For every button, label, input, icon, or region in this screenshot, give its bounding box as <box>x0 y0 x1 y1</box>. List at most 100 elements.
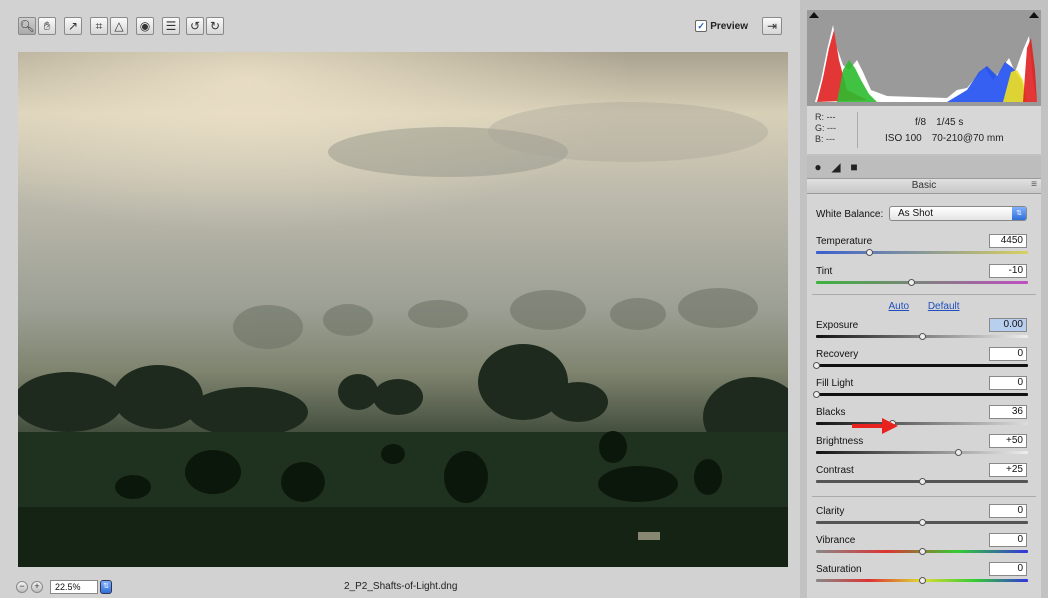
statusbar: − + 22.5% ⇅ 2_P2_Shafts-of-Light.dng <box>14 579 790 595</box>
rotate-left-button[interactable]: ↺ <box>186 17 204 35</box>
contrast-label: Contrast <box>816 465 854 476</box>
recovery-slider-thumb[interactable] <box>813 362 820 369</box>
auto-default-links: Auto Default <box>807 301 1041 312</box>
fill-light-slider-track[interactable] <box>813 391 1028 398</box>
temperature-slider-thumb[interactable] <box>866 249 873 256</box>
r-value: R: --- <box>815 112 836 122</box>
magnifier-icon: 🔍︎ <box>19 19 35 33</box>
temperature-slider-track[interactable] <box>816 249 1028 256</box>
preview-toggle[interactable]: ✓ Preview <box>695 20 748 32</box>
camera-icon: ■ <box>850 160 858 174</box>
brightness-label: Brightness <box>816 436 864 447</box>
vibrance-slider-thumb[interactable] <box>919 548 926 555</box>
saturation-label: Saturation <box>816 564 862 575</box>
blacks-value-field[interactable]: 36 <box>989 405 1027 419</box>
panel-tabs: ● ◢ ■ <box>807 156 1041 178</box>
blacks-label: Blacks <box>816 407 846 418</box>
zoom-level-field[interactable]: 22.5% <box>50 580 98 594</box>
white-balance-select[interactable]: As Shot ⇅ <box>889 206 1027 221</box>
rgb-readout: R: --- G: --- B: --- <box>815 112 836 145</box>
crop-tool-button[interactable]: ⌗ <box>90 17 108 35</box>
tab-basic[interactable]: ● <box>811 160 825 174</box>
recovery-value-field[interactable]: 0 <box>989 347 1027 361</box>
highlight-clipping-indicator[interactable] <box>1029 12 1039 18</box>
recovery-slider-track[interactable] <box>813 362 1028 369</box>
brightness-slider-track[interactable] <box>816 449 1028 456</box>
rotate-right-button[interactable]: ↻ <box>206 17 224 35</box>
exif-info: f/8 1/45 s ISO 100 70-210@70 mm <box>885 115 1004 147</box>
hand-tool-button[interactable]: ✋︎ <box>38 17 56 35</box>
fullscreen-button[interactable]: ⇥ <box>762 17 782 35</box>
preferences-button[interactable]: ☰ <box>162 17 180 35</box>
exposure-slider-thumb[interactable] <box>919 333 926 340</box>
landscape-photo <box>18 52 788 567</box>
panel-header: Basic ≡ <box>807 178 1041 194</box>
tint-value-field[interactable]: -10 <box>989 264 1027 278</box>
fill-light-slider-thumb[interactable] <box>813 391 820 398</box>
preview-label: Preview <box>710 20 748 32</box>
shadow-clipping-indicator[interactable] <box>809 12 819 18</box>
saturation-slider-track[interactable] <box>816 577 1028 584</box>
image-preview[interactable] <box>18 52 788 567</box>
exposure-slider-track[interactable] <box>816 333 1028 340</box>
vibrance-label: Vibrance <box>816 535 856 546</box>
panel-menu-icon[interactable]: ≡ <box>1031 179 1037 190</box>
white-balance-tool-button[interactable]: ↗ <box>64 17 82 35</box>
g-value: G: --- <box>815 123 836 133</box>
list-icon: ☰ <box>165 19 177 33</box>
aperture: f/8 <box>915 117 927 128</box>
contrast-slider-track[interactable] <box>816 478 1028 485</box>
auto-link[interactable]: Auto <box>888 301 909 312</box>
hand-icon: ✋︎ <box>43 19 51 33</box>
toolbar: 🔍︎ ✋︎ ↗ ⌗ △ ◉ ☰ ↺ ↻ ✓ Preview ⇥ <box>14 14 790 40</box>
iso: ISO 100 <box>885 133 922 144</box>
histogram-graph <box>815 25 1037 102</box>
blacks-slider-track[interactable] <box>816 420 1028 427</box>
exposure-value-field[interactable]: 0.00 <box>989 318 1027 332</box>
minus-icon: − <box>19 581 25 591</box>
contrast-slider-thumb[interactable] <box>919 478 926 485</box>
white-balance-label: White Balance: <box>816 209 884 220</box>
filename-label: 2_P2_Shafts-of-Light.dng <box>344 581 458 592</box>
red-eye-icon: ◉ <box>139 19 151 33</box>
brightness-slider-thumb[interactable] <box>955 449 963 456</box>
fill-light-value-field[interactable]: 0 <box>989 376 1027 390</box>
zoom-stepper[interactable]: ⇅ <box>100 580 112 594</box>
tint-slider-thumb[interactable] <box>908 279 916 286</box>
exposure-label: Exposure <box>816 320 859 331</box>
tint-slider-track[interactable] <box>816 279 1028 286</box>
panel-title: Basic <box>911 180 937 191</box>
contrast-value-field[interactable]: +25 <box>989 463 1027 477</box>
preview-checkbox[interactable]: ✓ <box>695 20 708 32</box>
b-value: B: --- <box>815 134 835 144</box>
crop-icon: ⌗ <box>95 19 103 33</box>
vibrance-value-field[interactable]: 0 <box>989 533 1027 547</box>
temperature-value-field[interactable]: 4450 <box>989 234 1027 248</box>
brightness-value-field[interactable]: +50 <box>989 434 1027 448</box>
zoom-out-button[interactable]: − <box>16 581 28 593</box>
tone-curve-icon: ◢ <box>831 160 841 174</box>
histogram <box>807 10 1041 106</box>
default-link[interactable]: Default <box>928 301 960 312</box>
temperature-label: Temperature <box>816 236 873 247</box>
tab-detail[interactable]: ■ <box>847 160 861 174</box>
circle-icon: ● <box>814 160 822 174</box>
clarity-slider-thumb[interactable] <box>919 519 926 526</box>
vibrance-slider-track[interactable] <box>816 548 1028 555</box>
divider <box>812 294 1036 295</box>
clarity-slider-track[interactable] <box>816 519 1028 526</box>
red-eye-tool-button[interactable]: ◉ <box>136 17 154 35</box>
zoom-in-button[interactable]: + <box>31 581 43 593</box>
saturation-slider-thumb[interactable] <box>919 577 926 584</box>
camera-info: R: --- G: --- B: --- f/8 1/45 s ISO 100 … <box>807 106 1041 154</box>
saturation-value-field[interactable]: 0 <box>989 562 1027 576</box>
zoom-tool-button[interactable]: 🔍︎ <box>18 17 36 35</box>
fill-light-label: Fill Light <box>816 378 854 389</box>
recovery-label: Recovery <box>816 349 859 360</box>
clarity-value-field[interactable]: 0 <box>989 504 1027 518</box>
straighten-tool-button[interactable]: △ <box>110 17 128 35</box>
fullscreen-icon: ⇥ <box>766 19 778 33</box>
tab-tone-curve[interactable]: ◢ <box>829 160 843 174</box>
eyedropper-icon: ↗ <box>67 19 79 33</box>
clarity-label: Clarity <box>816 506 845 517</box>
